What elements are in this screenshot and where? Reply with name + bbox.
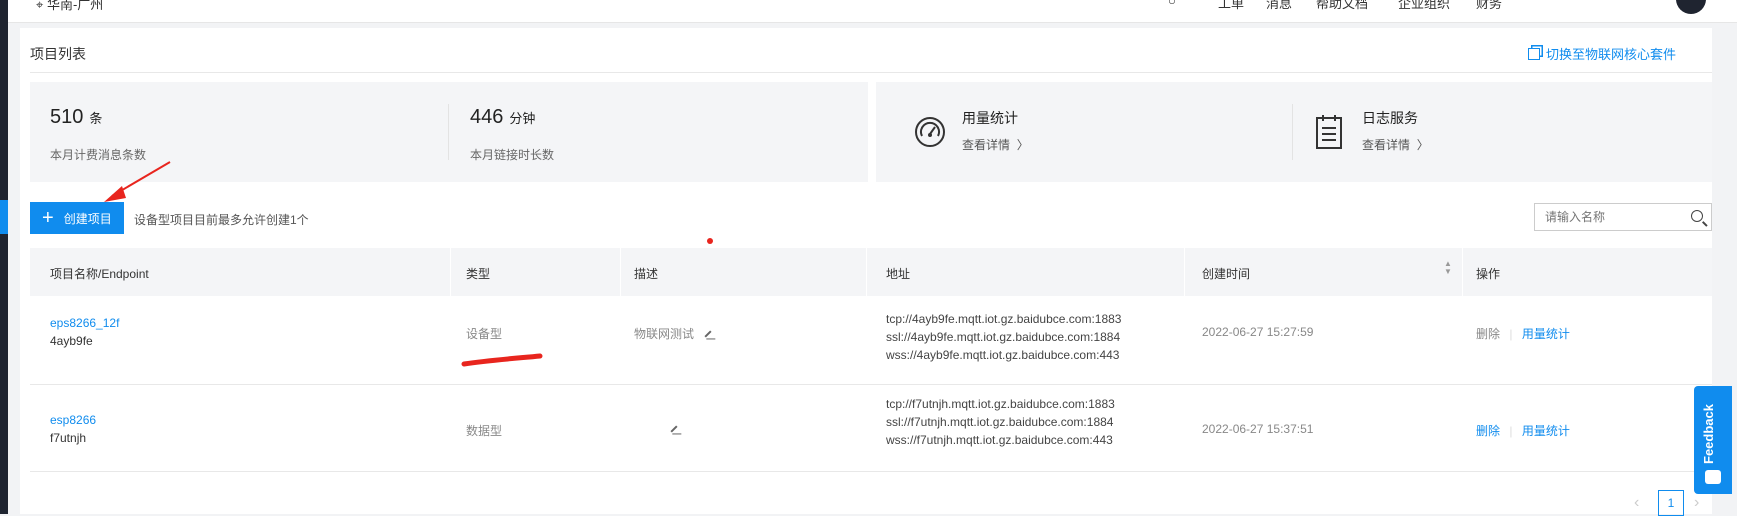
- col-divider: [450, 248, 451, 296]
- nav-organization[interactable]: 企业组织: [1398, 0, 1450, 12]
- stat-divider: [448, 104, 449, 160]
- services-card: 用量统计 查看详情 〉 日志服务 查看详情 〉: [876, 82, 1712, 182]
- col-type: 类型: [466, 267, 491, 281]
- connection-duration-label: 本月链接时长数: [470, 148, 555, 162]
- usage-stats-action[interactable]: 用量统计: [1522, 424, 1570, 438]
- address-tcp: tcp://4ayb9fe.mqtt.iot.gz.baidubce.com:1…: [886, 312, 1122, 326]
- edit-icon[interactable]: [704, 330, 712, 338]
- project-description: [660, 422, 678, 436]
- log-service-detail-label: 查看详情: [1362, 138, 1411, 152]
- next-page-icon[interactable]: ›: [1694, 494, 1699, 512]
- title-divider: [30, 72, 1712, 73]
- project-description: 物联网测试: [634, 325, 712, 342]
- page-number[interactable]: 1: [1658, 490, 1684, 516]
- log-service-title: 日志服务: [1362, 110, 1418, 126]
- message-count-label: 本月计费消息条数: [50, 148, 147, 162]
- created-time: 2022-06-27 15:27:59: [1202, 325, 1314, 339]
- row-actions: 删除 | 用量统计: [1476, 422, 1570, 439]
- connection-duration-value: 446: [470, 106, 504, 128]
- annotation-dot: [707, 238, 713, 244]
- switch-link-label: 切换至物联网核心套件: [1546, 47, 1677, 62]
- col-divider: [620, 248, 621, 296]
- message-count-unit: 条: [89, 111, 103, 126]
- project-name-link[interactable]: esp8266: [50, 413, 96, 427]
- message-count: 510 条: [50, 106, 102, 129]
- sort-icon[interactable]: ▲ ▼: [1444, 260, 1452, 276]
- search-field[interactable]: [1534, 203, 1712, 231]
- col-divider: [866, 248, 867, 296]
- col-description: 描述: [634, 267, 659, 281]
- project-description-text: 物联网测试: [634, 327, 695, 341]
- table-row: esp8266 f7utnjh 数据型 tcp://f7utnjh.mqtt.i…: [30, 385, 1712, 472]
- search-input[interactable]: [1535, 204, 1685, 230]
- nav-ticket[interactable]: 工单: [1218, 0, 1244, 12]
- log-service-detail-link[interactable]: 查看详情 〉: [1362, 136, 1429, 153]
- delete-action[interactable]: 删除: [1476, 327, 1500, 341]
- copy-icon: [1528, 48, 1540, 60]
- col-name: 项目名称/Endpoint: [50, 267, 149, 281]
- address-tcp: tcp://f7utnjh.mqtt.iot.gz.baidubce.com:1…: [886, 397, 1115, 411]
- action-separator: |: [1509, 424, 1513, 438]
- created-time: 2022-06-27 15:37:51: [1202, 422, 1314, 436]
- create-project-button[interactable]: + 创建项目: [30, 202, 124, 234]
- delete-action[interactable]: 删除: [1476, 424, 1500, 438]
- usage-summary-card: 510 条 本月计费消息条数 446 分钟 本月链接时长数: [30, 82, 868, 182]
- create-hint-text: 设备型项目目前最多允许创建1个: [134, 213, 309, 227]
- top-navbar: ⌖ 华南-广州 ○ 工单 消息 帮助文档 企业组织 财务: [8, 0, 1737, 23]
- avatar[interactable]: [1676, 0, 1706, 14]
- region-label: 华南-广州: [46, 0, 104, 12]
- usage-stats-detail-label: 查看详情: [962, 138, 1011, 152]
- project-addresses: tcp://4ayb9fe.mqtt.iot.gz.baidubce.com:1…: [886, 310, 1121, 364]
- chevron-right-icon: 〉: [1013, 138, 1029, 152]
- address-ssl: ssl://4ayb9fe.mqtt.iot.gz.baidubce.com:1…: [886, 330, 1121, 344]
- usage-stats-action[interactable]: 用量统计: [1522, 327, 1570, 341]
- col-divider: [1184, 248, 1185, 296]
- action-separator: |: [1509, 327, 1513, 341]
- log-document-icon: [1316, 115, 1342, 149]
- address-ssl: ssl://f7utnjh.mqtt.iot.gz.baidubce.com:1…: [886, 415, 1114, 429]
- row-actions: 删除 | 用量统计: [1476, 325, 1570, 342]
- nav-docs[interactable]: 帮助文档: [1316, 0, 1368, 12]
- project-type: 数据型: [466, 424, 503, 438]
- connection-duration-unit: 分钟: [509, 111, 536, 126]
- feedback-label: Feedback: [1701, 404, 1716, 464]
- message-count-value: 510: [50, 106, 84, 128]
- project-endpoint: f7utnjh: [50, 431, 87, 445]
- project-name-link[interactable]: eps8266_12f: [50, 316, 119, 330]
- chevron-right-icon: 〉: [1413, 138, 1429, 152]
- region-selector[interactable]: ⌖ 华南-广州: [36, 0, 103, 13]
- sidebar-active-marker: [0, 200, 8, 234]
- col-divider: [1462, 248, 1463, 296]
- col-created[interactable]: 创建时间: [1202, 265, 1250, 282]
- col-address: 地址: [886, 267, 911, 281]
- nav-finance[interactable]: 财务: [1476, 0, 1502, 12]
- service-divider: [1292, 104, 1293, 160]
- table-header: 项目名称/Endpoint 类型 描述 地址 创建时间 ▲ ▼ 操作: [30, 248, 1712, 296]
- address-wss: wss://4ayb9fe.mqtt.iot.gz.baidubce.com:4…: [886, 348, 1120, 362]
- usage-stats-detail-link[interactable]: 查看详情 〉: [962, 136, 1029, 153]
- app-sidebar-strip: [0, 0, 8, 514]
- usage-stats-title: 用量统计: [962, 110, 1018, 126]
- project-type: 设备型: [466, 327, 503, 341]
- search-icon[interactable]: [1691, 210, 1703, 222]
- switch-core-suite-link[interactable]: 切换至物联网核心套件: [1528, 44, 1676, 63]
- smiley-icon: [1705, 470, 1721, 484]
- table-row: eps8266_12f 4ayb9fe 设备型 物联网测试 tcp://4ayb…: [30, 298, 1712, 385]
- edit-icon[interactable]: [670, 425, 678, 433]
- prev-page-icon[interactable]: ‹: [1634, 494, 1639, 512]
- search-icon[interactable]: ○: [1168, 0, 1176, 8]
- create-project-label: 创建项目: [63, 211, 112, 226]
- gauge-icon: [915, 117, 945, 147]
- plus-icon: +: [42, 207, 54, 229]
- feedback-tab[interactable]: Feedback: [1694, 386, 1732, 494]
- connection-duration: 446 分钟: [470, 106, 535, 129]
- page-title: 项目列表: [30, 46, 86, 62]
- col-actions: 操作: [1476, 267, 1501, 281]
- project-endpoint: 4ayb9fe: [50, 334, 93, 348]
- nav-messages[interactable]: 消息: [1266, 0, 1292, 12]
- address-wss: wss://f7utnjh.mqtt.iot.gz.baidubce.com:4…: [886, 433, 1113, 447]
- project-addresses: tcp://f7utnjh.mqtt.iot.gz.baidubce.com:1…: [886, 395, 1115, 449]
